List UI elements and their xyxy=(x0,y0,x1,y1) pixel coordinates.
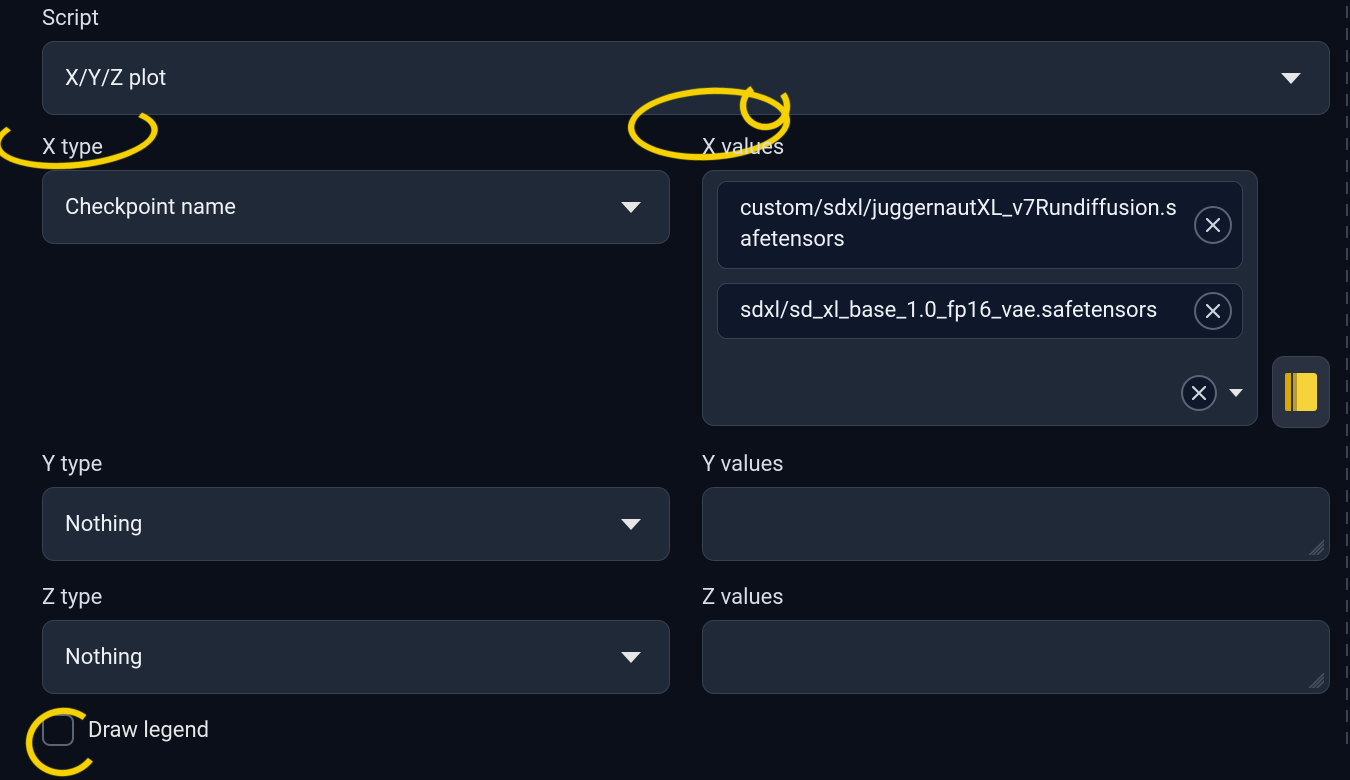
x-values-token-text: sdxl/sd_xl_base_1.0_fp16_vae.safetensors xyxy=(740,298,1157,323)
x-row: X type Checkpoint name X values custom/s… xyxy=(42,129,1330,428)
draw-legend-row: Draw legend xyxy=(42,714,1330,746)
y-values-label: Y values xyxy=(702,452,1330,477)
script-label: Script xyxy=(42,6,1330,31)
draw-legend-checkbox[interactable] xyxy=(42,714,74,746)
x-values-preset-button[interactable] xyxy=(1272,356,1330,428)
remove-token-button[interactable] xyxy=(1194,206,1232,244)
book-icon xyxy=(1285,373,1317,411)
x-values-token-box[interactable]: custom/sdxl/juggernautXL_v7Rundiffusion.… xyxy=(702,170,1258,426)
right-separator xyxy=(1346,6,1348,746)
y-row: Y type Nothing Y values xyxy=(42,446,1330,561)
script-select-value: X/Y/Z plot xyxy=(65,66,166,91)
chevron-down-icon xyxy=(621,519,641,530)
x-values-footer xyxy=(717,371,1243,411)
z-values-textarea[interactable] xyxy=(702,620,1330,694)
y-type-label: Y type xyxy=(42,452,670,477)
chevron-down-icon xyxy=(1281,73,1301,84)
close-icon xyxy=(1192,386,1206,400)
chevron-down-icon xyxy=(621,202,641,213)
z-row: Z type Nothing Z values xyxy=(42,579,1330,694)
y-values-textarea[interactable] xyxy=(702,487,1330,561)
x-type-select-value: Checkpoint name xyxy=(65,195,236,220)
remove-token-button[interactable] xyxy=(1194,292,1232,330)
x-type-label: X type xyxy=(42,135,670,160)
x-values-token[interactable]: custom/sdxl/juggernautXL_v7Rundiffusion.… xyxy=(717,181,1243,269)
xyz-plot-panel: Script X/Y/Z plot X type Checkpoint name… xyxy=(0,6,1350,746)
z-values-label: Z values xyxy=(702,585,1330,610)
close-icon xyxy=(1206,304,1220,318)
close-icon xyxy=(1206,218,1220,232)
y-type-select-value: Nothing xyxy=(65,512,142,537)
x-values-token-text: custom/sdxl/juggernautXL_v7Rundiffusion.… xyxy=(740,196,1177,252)
chevron-down-icon xyxy=(621,652,641,663)
y-type-select[interactable]: Nothing xyxy=(42,487,670,561)
script-section: Script X/Y/Z plot xyxy=(42,6,1330,115)
x-values-label: X values xyxy=(702,135,1330,160)
x-type-select[interactable]: Checkpoint name xyxy=(42,170,670,244)
z-type-select[interactable]: Nothing xyxy=(42,620,670,694)
x-values-token[interactable]: sdxl/sd_xl_base_1.0_fp16_vae.safetensors xyxy=(717,283,1243,340)
script-select[interactable]: X/Y/Z plot xyxy=(42,41,1330,115)
clear-all-tokens-button[interactable] xyxy=(1181,375,1217,411)
z-type-label: Z type xyxy=(42,585,670,610)
z-type-select-value: Nothing xyxy=(65,645,142,670)
chevron-down-icon[interactable] xyxy=(1229,389,1243,397)
draw-legend-label: Draw legend xyxy=(88,718,209,743)
